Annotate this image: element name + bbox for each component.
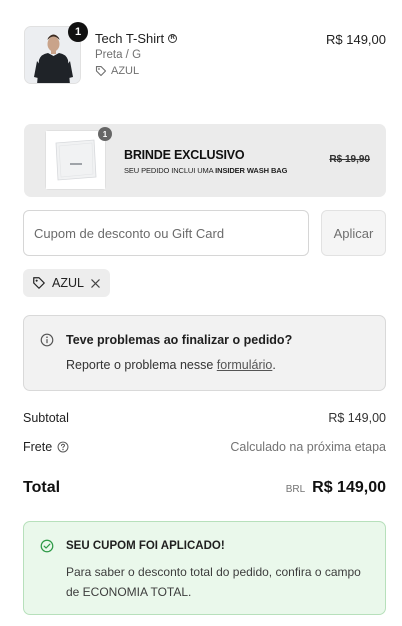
success-text: Para saber o desconto total do pedido, c… [66,565,361,599]
gift-subtitle-prefix: SEU PEDIDO INCLUI UMA [124,166,214,175]
product-name-row: Tech T-Shirt R [95,31,178,46]
gift-subtitle: SEU PEDIDO INCLUI UMA INSIDER WASH BAG [124,166,287,175]
gift-banner: 1 BRINDE EXCLUSIVO SEU PEDIDO INCLUI UMA… [24,124,386,197]
shipping-label: Frete [23,440,53,454]
gift-thumbnail [45,130,106,190]
shipping-value: Calculado na próxima etapa [230,440,386,454]
wash-bag-image [46,131,105,189]
product-price: R$ 149,00 [326,32,386,47]
report-form-link[interactable]: formulário [217,358,273,372]
currency-code: BRL [285,484,306,495]
cart-item: 1 Tech T-Shirt R Preta / G AZUL R$ 149,0… [24,22,386,86]
tag-icon [95,65,107,77]
gift-title: BRINDE EXCLUSIVO [124,148,245,162]
problem-notice: Teve problemas ao finalizar o pedido? Re… [23,315,386,391]
discount-tag-label: AZUL [111,65,140,77]
applied-coupon-code: AZUL [52,276,84,290]
info-icon [40,333,54,347]
success-title: SEU CUPOM FOI APLICADO! [66,540,225,552]
registered-icon: R [168,34,178,43]
gift-subtitle-product: INSIDER WASH BAG [215,166,288,175]
shipping-row: Frete Calculado na próxima etapa [23,440,386,454]
coupon-success-notice: SEU CUPOM FOI APLICADO! Para saber o des… [23,521,386,615]
applied-coupon-chip: AZUL [23,269,110,297]
help-icon[interactable] [57,441,69,453]
tag-icon [33,277,45,289]
problem-text: Reporte o problema nesse formulário. [66,358,276,372]
product-name: Tech T-Shirt [95,31,165,46]
total-value: R$ 149,00 [312,479,386,496]
subtotal-row: Subtotal R$ 149,00 [23,411,386,425]
shipping-label-group: Frete [23,440,69,454]
close-icon [91,278,100,288]
subtotal-label: Subtotal [23,411,69,425]
gift-quantity-badge: 1 [98,127,112,141]
discount-tag: AZUL [95,65,139,77]
gift-old-price: R$ 19,90 [329,154,370,165]
problem-title: Teve problemas ao finalizar o pedido? [66,333,293,347]
subtotal-value: R$ 149,00 [328,411,386,425]
total-row: Total BRL R$ 149,00 [23,479,386,497]
product-variant: Preta / G [95,49,142,61]
remove-coupon-button[interactable] [90,278,101,289]
total-amount-group: BRL R$ 149,00 [286,479,386,497]
problem-text-suffix: . [272,358,276,372]
coupon-input[interactable] [23,210,309,256]
problem-text-prefix: Reporte o problema nesse [66,358,217,372]
total-label: Total [23,479,61,496]
check-circle-icon [40,539,54,553]
quantity-badge: 1 [68,22,88,42]
apply-coupon-button[interactable]: Aplicar [321,210,386,256]
